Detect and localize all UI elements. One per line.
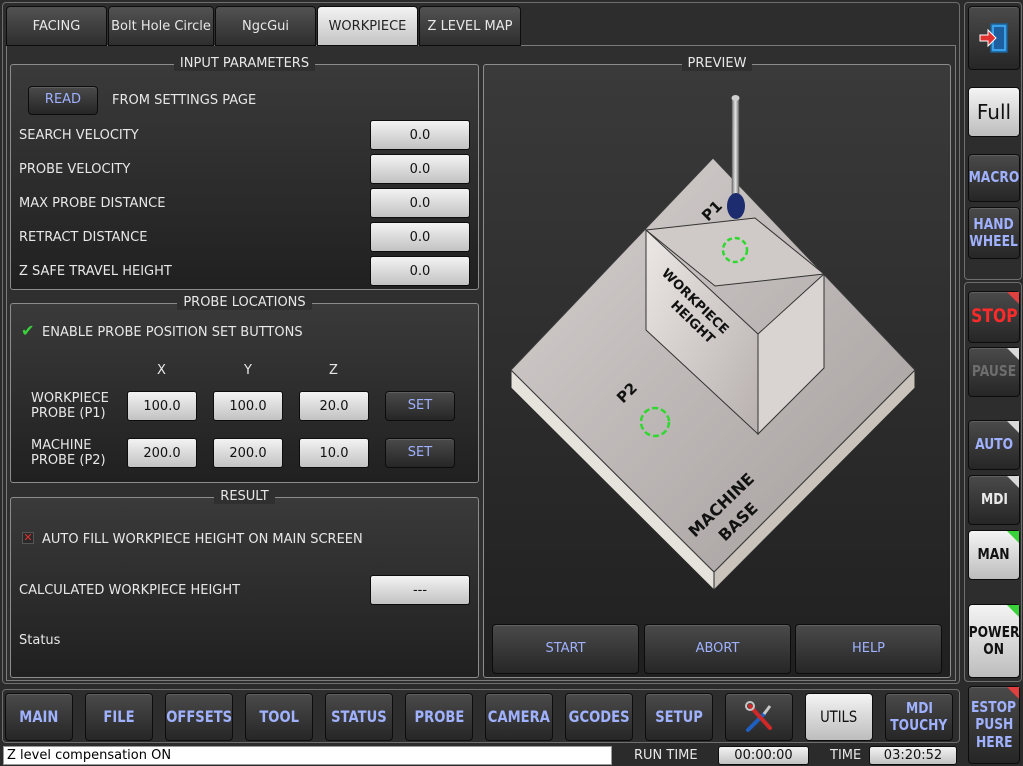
nav-status[interactable]: STATUS <box>325 693 393 741</box>
probe-top <box>731 95 740 101</box>
probe-tip <box>727 193 745 219</box>
start-button[interactable]: START <box>492 624 639 674</box>
handwheel-button[interactable]: HAND WHEEL <box>968 207 1020 259</box>
pause-button[interactable]: PAUSE <box>968 347 1020 397</box>
calculated-height-field: --- <box>370 575 470 605</box>
nav-utils[interactable]: UTILS <box>805 693 873 741</box>
max-probe-distance-label: MAX PROBE DISTANCE <box>19 196 166 211</box>
workpiece-probe-label: WORKPIECE PROBE (P1) <box>31 391 109 421</box>
p2-y-field[interactable]: 200.0 <box>213 438 283 468</box>
tab-ngcgui[interactable]: NgcGui <box>215 6 316 46</box>
result-title: RESULT <box>214 489 275 504</box>
input-parameters-title: INPUT PARAMETERS <box>173 56 316 71</box>
nav-offsets[interactable]: OFFSETS <box>165 693 233 741</box>
probe-velocity-label: PROBE VELOCITY <box>19 162 131 177</box>
autofill-checkbox[interactable]: ✕ <box>22 532 34 544</box>
power-on-button[interactable]: POWER ON <box>968 604 1020 678</box>
help-button[interactable]: HELP <box>795 624 942 674</box>
abort-button[interactable]: ABORT <box>644 624 791 674</box>
nav-probe[interactable]: PROBE <box>405 693 473 741</box>
exit-door-icon <box>979 23 1008 53</box>
nav-file[interactable]: FILE <box>85 693 153 741</box>
tools-icon <box>745 701 772 732</box>
auto-button[interactable]: AUTO <box>968 420 1020 470</box>
calculated-height-label: CALCULATED WORKPIECE HEIGHT <box>19 583 241 598</box>
read-button[interactable]: READ <box>28 86 98 115</box>
set-p1-button[interactable]: SET <box>385 391 455 421</box>
p1-z-field[interactable]: 20.0 <box>299 391 369 421</box>
stop-button[interactable]: STOP <box>968 291 1020 343</box>
tab-facing[interactable]: FACING <box>6 6 107 46</box>
tab-z-level-map[interactable]: Z LEVEL MAP <box>419 6 521 46</box>
estop-button[interactable]: ESTOP PUSH HERE <box>968 686 1020 764</box>
set-p2-button[interactable]: SET <box>385 438 455 468</box>
preview-diagram: P1 P2 WORKPIECE HEIGHT MACHINE BASE <box>510 95 916 592</box>
z-safe-travel-height-field[interactable]: 0.0 <box>370 256 470 286</box>
enable-probe-label: ENABLE PROBE POSITION SET BUTTONS <box>42 325 303 340</box>
time-label: TIME <box>830 748 862 763</box>
search-velocity-label: SEARCH VELOCITY <box>19 128 139 143</box>
macro-button[interactable]: MACRO <box>968 154 1020 202</box>
nav-mdi-touchy[interactable]: MDI TOUCHY <box>885 693 953 741</box>
status-label: Status <box>19 633 61 648</box>
nav-setup[interactable]: SETUP <box>645 693 713 741</box>
p2-x-field[interactable]: 200.0 <box>127 438 197 468</box>
nav-tool[interactable]: TOOL <box>245 693 313 741</box>
column-y-label: Y <box>244 363 252 378</box>
retract-distance-label: RETRACT DISTANCE <box>19 230 148 245</box>
z-safe-travel-height-label: Z SAFE TRAVEL HEIGHT <box>19 264 172 279</box>
full-button[interactable]: Full <box>968 87 1020 137</box>
probe-velocity-field[interactable]: 0.0 <box>370 154 470 184</box>
man-button[interactable]: MAN <box>968 530 1020 580</box>
column-x-label: X <box>157 363 166 378</box>
nav-camera[interactable]: CAMERA <box>485 693 553 741</box>
column-z-label: Z <box>329 363 338 378</box>
probe-locations-title: PROBE LOCATIONS <box>177 295 312 310</box>
search-velocity-field[interactable]: 0.0 <box>370 120 470 150</box>
mdi-mode-button[interactable]: MDI <box>968 475 1020 525</box>
tab-bolt-hole-circle[interactable]: Bolt Hole Circle <box>108 6 214 46</box>
p2-z-field[interactable]: 10.0 <box>299 438 369 468</box>
run-time-value: 00:00:00 <box>718 746 809 765</box>
p1-x-field[interactable]: 100.0 <box>127 391 197 421</box>
exit-button[interactable] <box>968 6 1020 70</box>
tab-workpiece[interactable]: WORKPIECE <box>317 6 418 46</box>
nav-tools[interactable] <box>725 693 793 741</box>
run-time-label: RUN TIME <box>634 748 698 763</box>
p1-y-field[interactable]: 100.0 <box>213 391 283 421</box>
machine-probe-label: MACHINE PROBE (P2) <box>31 438 106 468</box>
nav-gcodes[interactable]: GCODES <box>565 693 633 741</box>
max-probe-distance-field[interactable]: 0.0 <box>370 188 470 218</box>
probe-stem <box>731 97 740 205</box>
retract-distance-field[interactable]: 0.0 <box>370 222 470 252</box>
autofill-label: AUTO FILL WORKPIECE HEIGHT ON MAIN SCREE… <box>42 532 363 547</box>
enable-probe-checkbox[interactable]: ✔ <box>21 323 37 339</box>
nav-main[interactable]: MAIN <box>5 693 73 741</box>
read-from-label: FROM SETTINGS PAGE <box>112 93 257 108</box>
status-message: Z level compensation ON <box>3 746 612 765</box>
time-value: 03:20:52 <box>869 746 957 765</box>
